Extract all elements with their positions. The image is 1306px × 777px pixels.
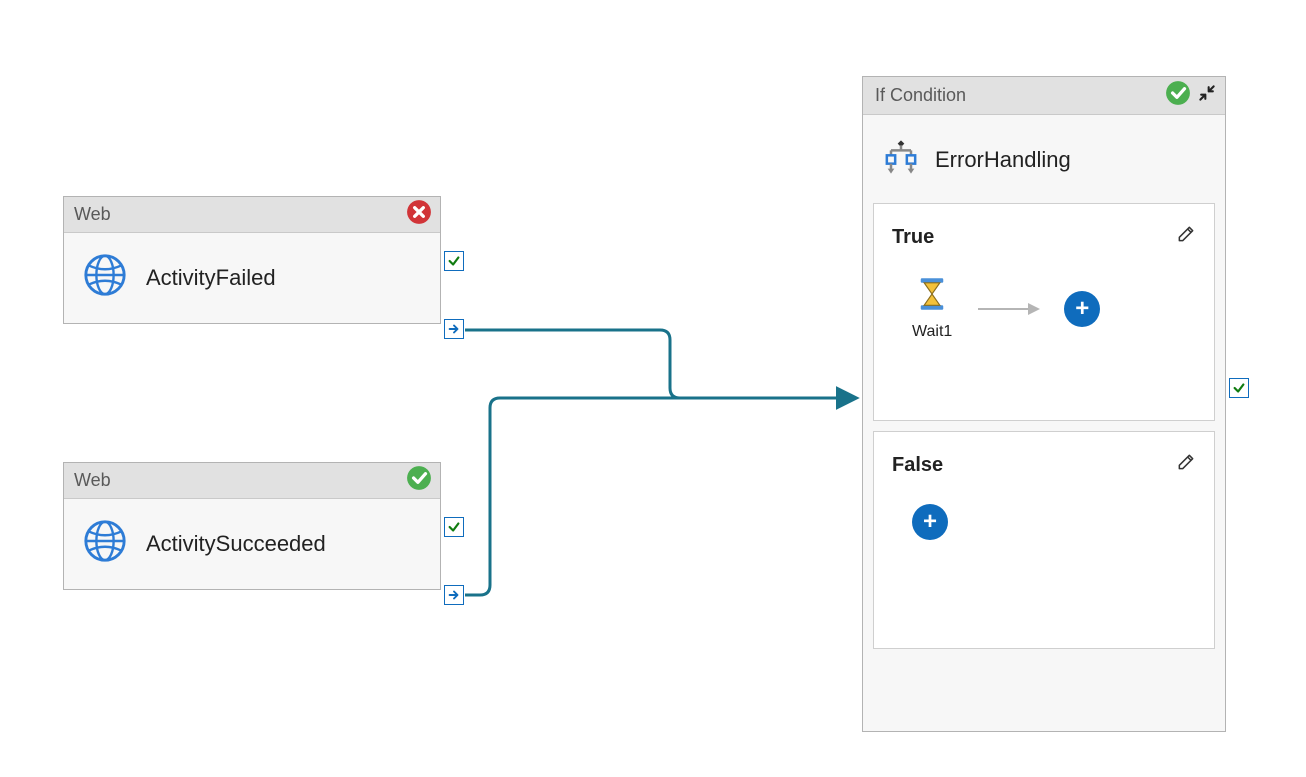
outlet-success[interactable] (444, 517, 464, 537)
activity-header: Web (64, 197, 440, 233)
condition-header: If Condition (863, 77, 1225, 115)
activity-name: ActivitySucceeded (146, 531, 326, 557)
status-success-icon (406, 465, 432, 496)
branch-true-label: True (892, 226, 934, 249)
outlet-completion[interactable] (444, 585, 464, 605)
wait-activity[interactable]: Wait1 (912, 276, 952, 341)
condition-type-label: If Condition (875, 85, 966, 106)
status-success-icon (1165, 80, 1191, 111)
condition-icon (881, 137, 921, 183)
activity-header: Web (64, 463, 440, 499)
activity-if-condition[interactable]: If Condition (862, 76, 1226, 732)
activity-type-label: Web (74, 204, 111, 225)
condition-name: ErrorHandling (935, 147, 1071, 173)
collapse-icon[interactable] (1197, 83, 1217, 108)
outlet-completion[interactable] (444, 319, 464, 339)
branch-false-label: False (892, 454, 943, 477)
outlet-success[interactable] (1229, 378, 1249, 398)
activity-body: ActivityFailed (64, 233, 440, 323)
globe-icon (82, 252, 128, 304)
status-failed-icon (406, 199, 432, 230)
branch-false: False + (873, 431, 1215, 649)
activity-web-succeeded[interactable]: Web ActivitySucceeded (63, 462, 441, 590)
branch-true: True (873, 203, 1215, 421)
globe-icon (82, 518, 128, 570)
activity-web-failed[interactable]: Web ActivityFailed (63, 196, 441, 324)
edit-pencil-icon[interactable] (1176, 224, 1196, 250)
flow-arrow-icon (978, 308, 1038, 310)
condition-title-row: ErrorHandling (863, 115, 1225, 203)
outlet-success[interactable] (444, 251, 464, 271)
add-activity-button[interactable]: + (912, 504, 948, 540)
activity-body: ActivitySucceeded (64, 499, 440, 589)
activity-name: ActivityFailed (146, 265, 276, 291)
pipeline-canvas[interactable]: Web ActivityFailed Web (0, 0, 1306, 777)
add-activity-button[interactable]: + (1064, 291, 1100, 327)
activity-type-label: Web (74, 470, 111, 491)
wait-label: Wait1 (912, 323, 952, 341)
edit-pencil-icon[interactable] (1176, 452, 1196, 478)
hourglass-icon (914, 276, 950, 317)
